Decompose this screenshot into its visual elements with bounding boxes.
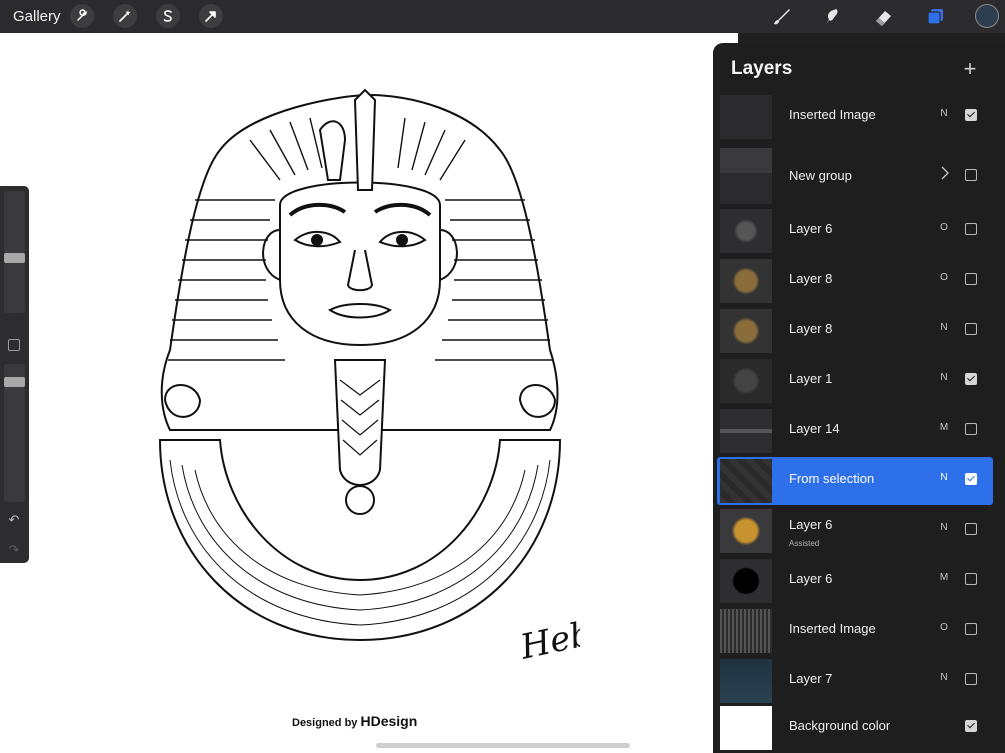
- layer-visibility-checkbox[interactable]: [965, 223, 977, 235]
- redo-icon[interactable]: ↷: [6, 543, 22, 557]
- magic-wand-icon[interactable]: [113, 4, 137, 28]
- blend-mode-button[interactable]: N: [939, 322, 949, 333]
- layer-row[interactable]: Layer 8 O: [717, 257, 993, 305]
- opacity-thumb[interactable]: [4, 376, 25, 387]
- layer-name[interactable]: Layer 6: [789, 571, 832, 586]
- pharaoh-mask-artwork[interactable]: Heba: [140, 80, 580, 660]
- home-indicator: [376, 743, 630, 748]
- layer-name[interactable]: Layer 8: [789, 271, 832, 286]
- layer-visibility-checkbox[interactable]: [965, 273, 977, 285]
- add-layer-button[interactable]: +: [959, 56, 981, 82]
- layer-visibility-checkbox[interactable]: [965, 109, 977, 121]
- blend-mode-button[interactable]: O: [939, 622, 949, 633]
- layer-thumbnail[interactable]: [720, 95, 772, 139]
- chevron-right-icon[interactable]: [941, 166, 949, 180]
- layer-name[interactable]: From selection: [789, 471, 874, 486]
- layers-panel-title: Layers: [731, 58, 793, 79]
- transform-arrow-icon[interactable]: [199, 4, 223, 28]
- layers-icon[interactable]: [922, 4, 948, 30]
- smudge-icon[interactable]: [818, 4, 844, 30]
- layer-thumbnail[interactable]: [720, 259, 772, 303]
- layers-panel: Layers + Inserted Image N New group Layer 6…: [713, 43, 1005, 753]
- layer-visibility-checkbox[interactable]: [965, 673, 977, 685]
- blend-mode-button[interactable]: M: [939, 422, 949, 433]
- layer-row[interactable]: Layer 1 N: [717, 357, 993, 405]
- blend-mode-button[interactable]: O: [939, 222, 949, 233]
- layer-name[interactable]: Inserted Image: [789, 107, 876, 122]
- layer-visibility-checkbox[interactable]: [965, 323, 977, 335]
- wrench-icon[interactable]: [70, 4, 94, 28]
- layer-row[interactable]: Layer 6 M: [717, 557, 993, 605]
- layer-thumbnail[interactable]: [720, 148, 772, 204]
- layer-name[interactable]: Layer 7: [789, 671, 832, 686]
- layer-thumbnail[interactable]: [720, 409, 772, 453]
- credit-brand-logo: HDesign: [360, 713, 418, 729]
- credit-prefix: Designed by: [292, 717, 358, 729]
- layer-thumbnail[interactable]: [720, 706, 772, 750]
- layer-row[interactable]: Inserted Image N: [717, 93, 993, 141]
- blend-mode-button[interactable]: M: [939, 572, 949, 583]
- blend-mode-button[interactable]: N: [939, 522, 949, 533]
- layer-name[interactable]: Layer 6: [789, 221, 832, 236]
- brush-icon[interactable]: [768, 4, 794, 30]
- eraser-icon[interactable]: [870, 4, 896, 30]
- layer-row[interactable]: Layer 6 O: [717, 207, 993, 255]
- layer-thumbnail[interactable]: [720, 609, 772, 653]
- layer-row[interactable]: Layer 7 N: [717, 657, 993, 705]
- layer-visibility-checkbox[interactable]: [965, 473, 977, 485]
- layer-row[interactable]: Layer 8 N: [717, 307, 993, 355]
- layer-name[interactable]: Inserted Image: [789, 621, 876, 636]
- blend-mode-button[interactable]: O: [939, 272, 949, 283]
- layer-name[interactable]: Background color: [789, 718, 890, 733]
- gallery-button[interactable]: Gallery: [13, 8, 61, 25]
- layer-row[interactable]: From selection N: [717, 457, 993, 505]
- layer-thumbnail[interactable]: [720, 309, 772, 353]
- layer-visibility-checkbox[interactable]: [965, 523, 977, 535]
- brush-size-thumb[interactable]: [4, 252, 25, 263]
- layer-thumbnail[interactable]: [720, 559, 772, 603]
- left-sidebar: ↶ ↷: [0, 186, 29, 563]
- color-picker-button[interactable]: [975, 4, 999, 28]
- layer-thumbnail[interactable]: [720, 459, 772, 503]
- layer-visibility-checkbox[interactable]: [965, 169, 977, 181]
- modify-button[interactable]: [8, 339, 20, 351]
- layer-subtitle: Assisted: [789, 539, 820, 548]
- layer-visibility-checkbox[interactable]: [965, 720, 977, 732]
- designer-credit: Designed by HDesign: [292, 713, 417, 729]
- layer-thumbnail[interactable]: [720, 209, 772, 253]
- layer-name[interactable]: Layer 6: [789, 517, 832, 532]
- undo-icon[interactable]: ↶: [6, 513, 22, 527]
- layer-thumbnail[interactable]: [720, 359, 772, 403]
- top-toolbar: Gallery: [0, 0, 1005, 33]
- layer-row[interactable]: New group: [717, 146, 993, 208]
- signature: Heba: [516, 609, 580, 660]
- layer-row[interactable]: Layer 6 Assisted N: [717, 507, 993, 555]
- layer-thumbnail[interactable]: [720, 509, 772, 553]
- layer-visibility-checkbox[interactable]: [965, 373, 977, 385]
- layer-visibility-checkbox[interactable]: [965, 573, 977, 585]
- layer-row[interactable]: Background color: [717, 704, 993, 752]
- layer-visibility-checkbox[interactable]: [965, 623, 977, 635]
- layer-name[interactable]: New group: [789, 168, 852, 183]
- blend-mode-button[interactable]: N: [939, 372, 949, 383]
- layer-name[interactable]: Layer 14: [789, 421, 840, 436]
- blend-mode-button[interactable]: N: [939, 472, 949, 483]
- blend-mode-button[interactable]: N: [939, 108, 949, 119]
- layer-row[interactable]: Layer 14 M: [717, 407, 993, 455]
- blend-mode-button[interactable]: N: [939, 672, 949, 683]
- layer-visibility-checkbox[interactable]: [965, 423, 977, 435]
- layer-thumbnail[interactable]: [720, 659, 772, 703]
- selection-s-icon[interactable]: [156, 4, 180, 28]
- layer-name[interactable]: Layer 1: [789, 371, 832, 386]
- layer-name[interactable]: Layer 8: [789, 321, 832, 336]
- layer-row[interactable]: Inserted Image O: [717, 607, 993, 655]
